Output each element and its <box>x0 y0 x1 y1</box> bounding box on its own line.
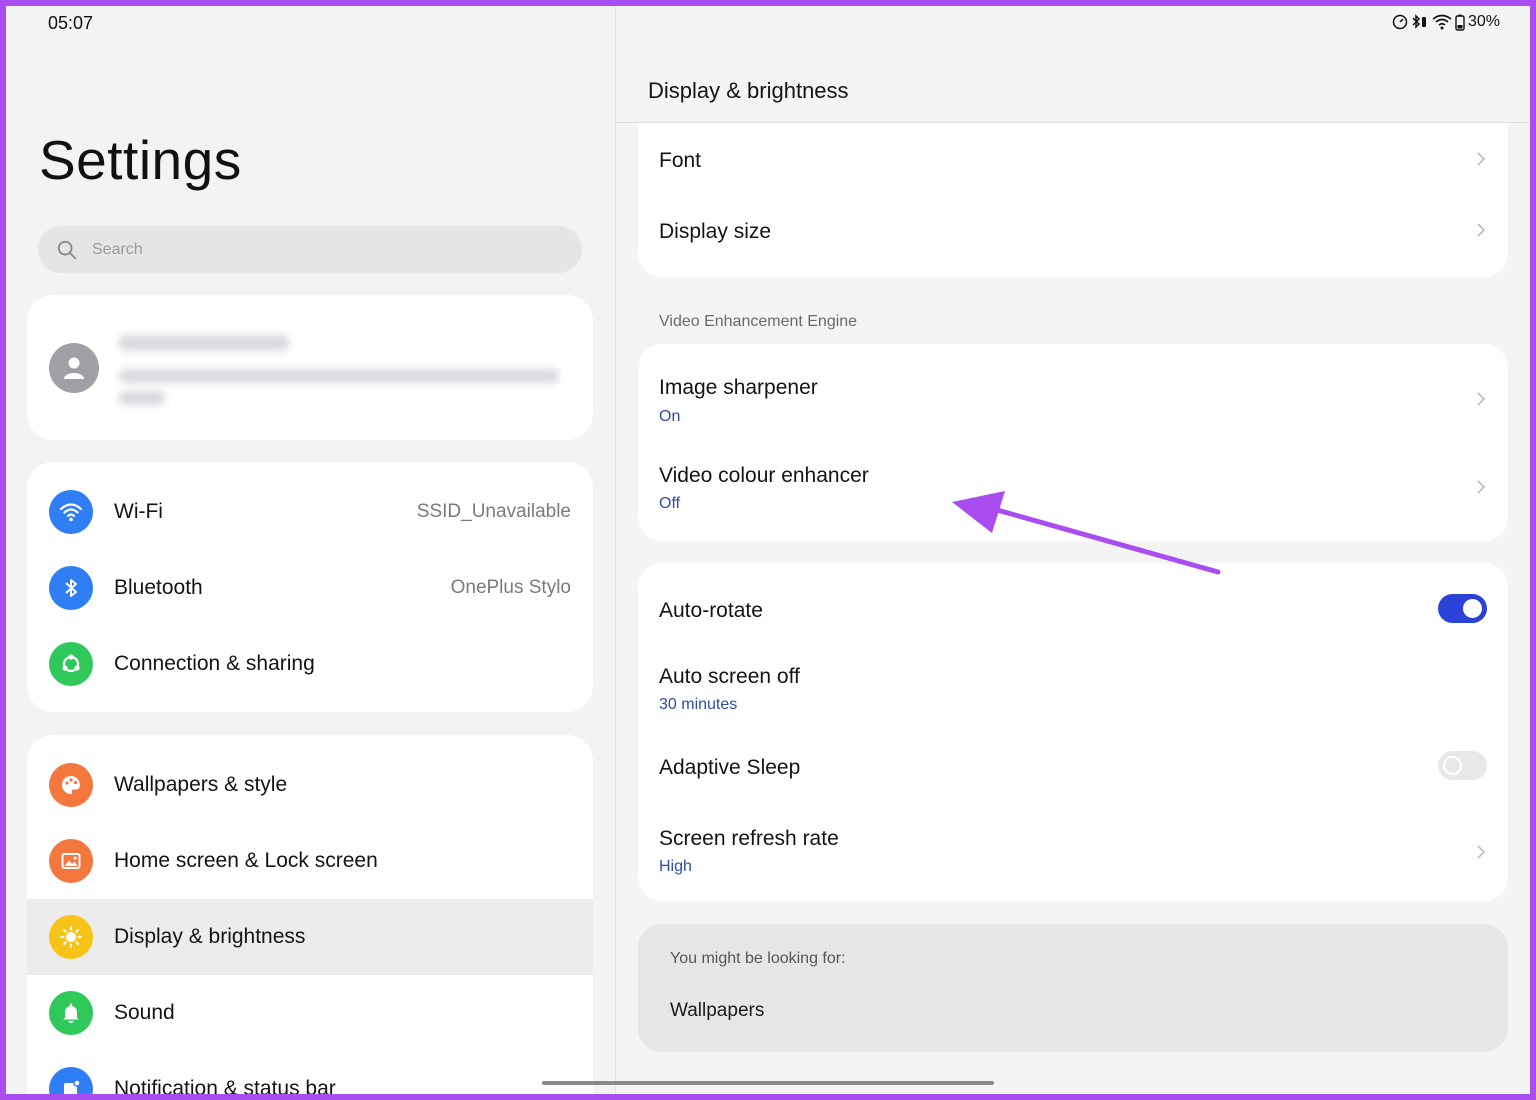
bluetooth-icon <box>49 566 93 610</box>
adaptive-sleep-toggle[interactable] <box>1438 751 1487 780</box>
font-row[interactable]: Font <box>638 123 1508 195</box>
share-icon <box>49 642 93 686</box>
sidebar-item-wallpapers[interactable]: Wallpapers & style <box>27 747 593 823</box>
screen-behaviour-card: Auto-rotate Auto screen off 30 minutes A… <box>638 563 1508 901</box>
settings-pane: 05:07 Settings Search Wi-Fi SSID_Unavail… <box>6 6 615 1094</box>
sidebar-item-label: Home screen & Lock screen <box>114 849 378 872</box>
row-status: High <box>659 858 692 875</box>
navigation-handle[interactable] <box>542 1081 994 1085</box>
wifi-status: SSID_Unavailable <box>416 501 571 522</box>
row-status: Off <box>659 495 681 512</box>
bluetooth-status: OnePlus Stylo <box>450 577 571 598</box>
sidebar-item-bluetooth[interactable]: Bluetooth OnePlus Stylo <box>27 550 593 626</box>
wifi-icon <box>49 490 93 534</box>
status-icons: 30% <box>1392 13 1500 31</box>
personalization-group: Wallpapers & style Home screen & Lock sc… <box>27 735 593 1094</box>
chevron-right-icon <box>1477 152 1486 166</box>
row-title: Auto-rotate <box>659 599 763 622</box>
sidebar-item-connection-sharing[interactable]: Connection & sharing <box>27 626 593 702</box>
row-title: Video colour enhancer <box>659 464 869 487</box>
screen: 05:07 Settings Search Wi-Fi SSID_Unavail… <box>6 6 1530 1094</box>
chevron-right-icon <box>1477 845 1486 859</box>
row-title: Screen refresh rate <box>659 827 839 850</box>
auto-rotate-row[interactable]: Auto-rotate <box>638 563 1508 655</box>
search-bar[interactable] <box>38 226 582 273</box>
avatar <box>49 343 99 393</box>
bluetooth-vibrate-icon <box>1412 14 1426 29</box>
wifi-icon <box>1432 14 1452 30</box>
sidebar-item-label: Notification & status bar <box>114 1077 336 1094</box>
clock: 05:07 <box>48 13 94 33</box>
bell-icon <box>49 991 93 1035</box>
display-size-row[interactable]: Display size <box>638 195 1508 267</box>
page-title: Settings <box>39 129 242 191</box>
section-label: Video Enhancement Engine <box>659 313 858 330</box>
sidebar-item-label: Wi-Fi <box>114 500 163 523</box>
auto-screen-off-row[interactable]: Auto screen off 30 minutes <box>638 655 1508 741</box>
sidebar-item-wifi[interactable]: Wi-Fi SSID_Unavailable <box>27 474 593 550</box>
video-colour-enhancer-row[interactable]: Video colour enhancer Off <box>638 442 1508 541</box>
row-title: Font <box>659 149 702 172</box>
chevron-right-icon <box>1477 223 1486 237</box>
notification-icon <box>49 1067 93 1094</box>
account-name-redacted <box>119 335 289 351</box>
row-title: Auto screen off <box>659 665 800 688</box>
person-icon <box>64 357 84 379</box>
sidebar-item-label: Sound <box>114 1001 175 1024</box>
screen-refresh-rate-row[interactable]: Screen refresh rate High <box>638 811 1508 901</box>
palette-icon <box>49 763 93 807</box>
account-description-redacted <box>119 369 559 383</box>
chevron-right-icon <box>1477 392 1486 406</box>
image-sharpener-row[interactable]: Image sharpener On <box>638 344 1508 442</box>
battery-percent: 30% <box>1467 13 1500 30</box>
row-status: On <box>659 408 681 425</box>
toggle-knob <box>1443 756 1462 775</box>
adaptive-sleep-row[interactable]: Adaptive Sleep <box>638 741 1508 811</box>
sidebar-item-label: Display & brightness <box>114 925 306 948</box>
account-description-redacted <box>119 391 165 405</box>
page-title: Display & brightness <box>648 78 849 103</box>
row-title: Adaptive Sleep <box>659 756 801 779</box>
sidebar-item-display-brightness[interactable]: Display & brightness <box>27 899 593 975</box>
suggestion-link-wallpapers[interactable]: Wallpapers <box>670 1000 764 1022</box>
search-icon <box>57 240 77 259</box>
chevron-right-icon <box>1477 480 1486 494</box>
account-card[interactable] <box>27 295 593 440</box>
row-title: Image sharpener <box>659 376 818 399</box>
sidebar-item-label: Wallpapers & style <box>114 773 288 796</box>
sidebar-item-sound[interactable]: Sound <box>27 975 593 1051</box>
sidebar-item-label: Bluetooth <box>114 576 203 599</box>
row-status: 30 minutes <box>659 696 738 713</box>
toggle-knob <box>1463 599 1482 618</box>
connectivity-group: Wi-Fi SSID_Unavailable Bluetooth OnePlus… <box>27 462 593 712</box>
speedometer-icon <box>1392 14 1408 30</box>
suggestion-label: You might be looking for: <box>670 950 846 967</box>
display-brightness-pane: 30% Display & brightness Font Display si… <box>616 6 1530 1094</box>
sidebar-item-notification-status-bar[interactable]: Notification & status bar <box>27 1051 593 1094</box>
sidebar-item-label: Connection & sharing <box>114 652 315 675</box>
suggestion-card: You might be looking for: Wallpapers <box>638 924 1508 1052</box>
search-input[interactable] <box>92 240 552 259</box>
font-size-card: Font Display size <box>638 123 1508 277</box>
sun-icon <box>49 915 93 959</box>
battery-icon <box>1455 14 1465 31</box>
sidebar-item-home-lock-screen[interactable]: Home screen & Lock screen <box>27 823 593 899</box>
image-icon <box>49 839 93 883</box>
row-title: Display size <box>659 220 772 243</box>
auto-rotate-toggle[interactable] <box>1438 594 1487 623</box>
video-enhancement-card: Image sharpener On Video colour enhancer… <box>638 344 1508 541</box>
